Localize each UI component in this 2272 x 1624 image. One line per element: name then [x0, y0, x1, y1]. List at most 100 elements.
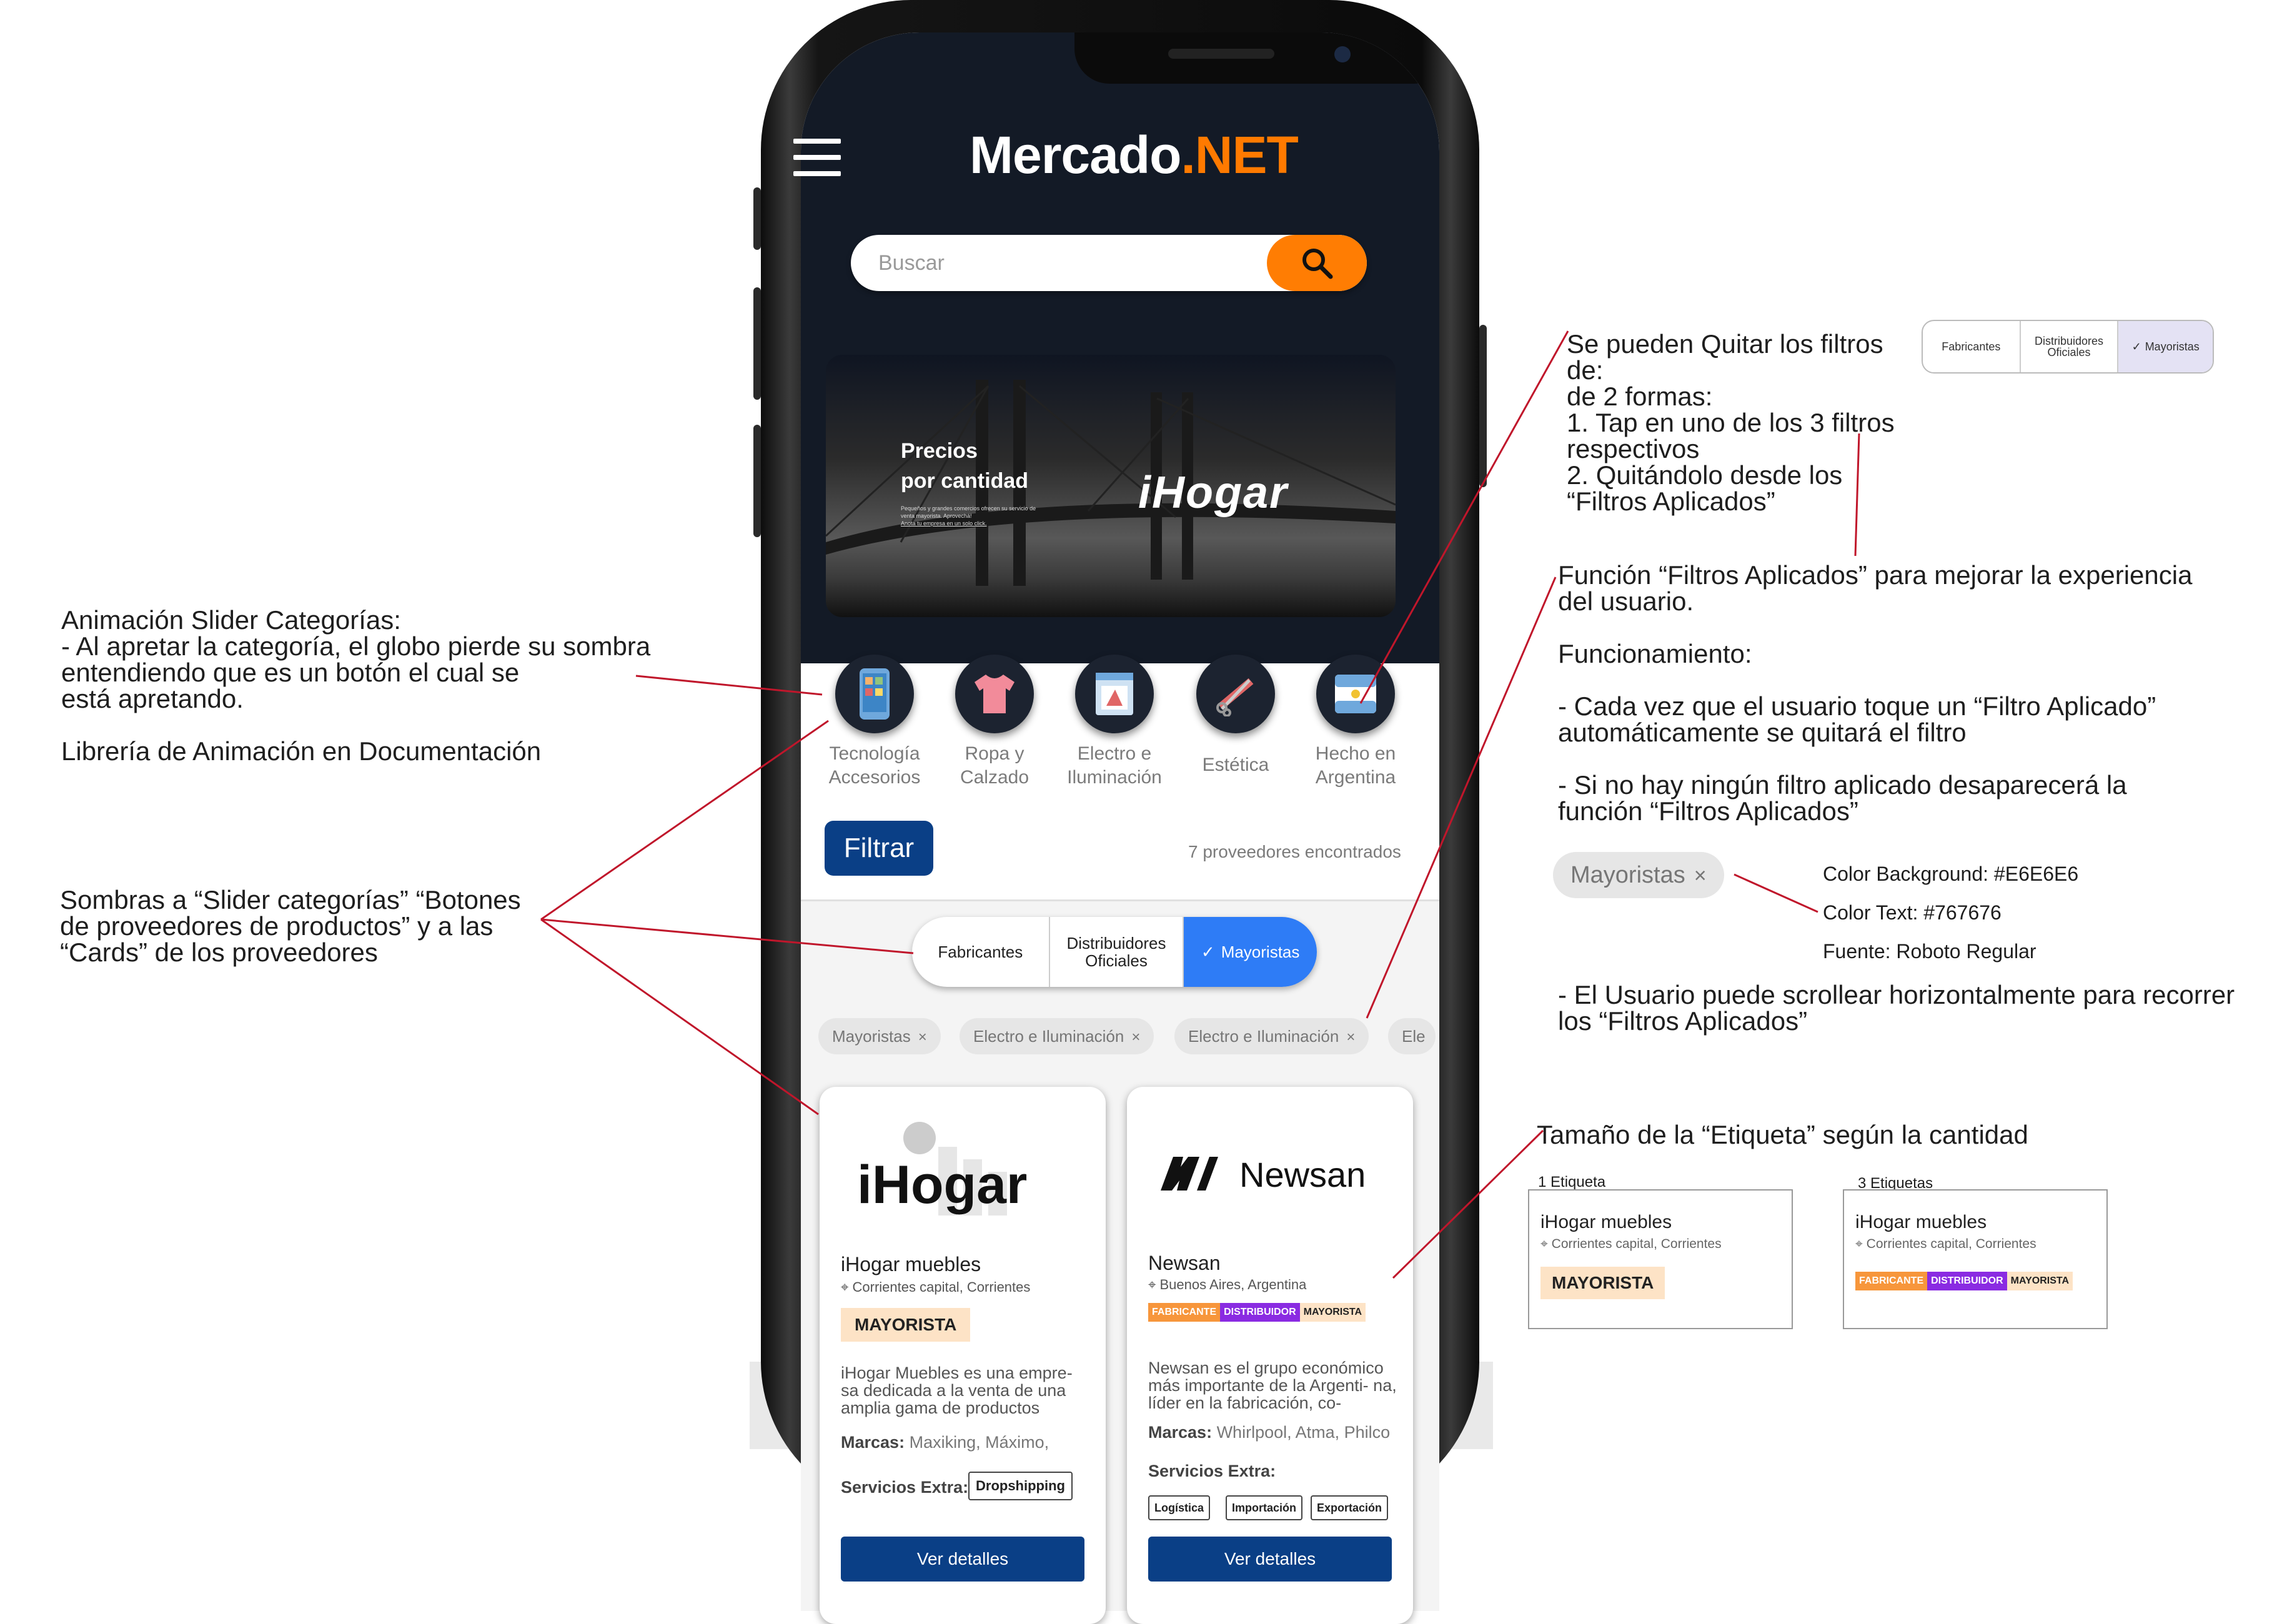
close-icon[interactable]: ×: [918, 1029, 927, 1046]
argentina-flag-icon: [1316, 655, 1395, 733]
legend-seg-mayoristas-label: Mayoristas: [2145, 340, 2200, 353]
annotation-color-background: Color Background: #E6E6E6: [1823, 863, 2079, 885]
legend-segmented-control: Fabricantes Distribuidores Oficiales ✓ Ma…: [1922, 320, 2214, 374]
brands-label: Marcas:: [841, 1433, 905, 1452]
banner-title-line1: Precios: [901, 439, 978, 463]
location-pin-icon: ⌖: [841, 1279, 853, 1295]
search-button[interactable]: [1267, 235, 1367, 291]
service-tag: Exportación: [1311, 1495, 1389, 1520]
service-tag: Dropshipping: [968, 1472, 1073, 1500]
example-name: iHogar muebles: [1855, 1212, 1987, 1232]
notch: [1074, 32, 1439, 84]
example-tag-mayorista: MAYORISTA: [1540, 1267, 1665, 1299]
example-location: ⌖ Corrientes capital, Corrientes: [1855, 1237, 2036, 1252]
banner-title: Precios por cantidad: [901, 436, 1028, 496]
tshirt-icon: [955, 655, 1034, 733]
service-tag: Importación: [1226, 1495, 1303, 1520]
category-hecho-en-argentina[interactable]: Hecho en Argentina: [1299, 655, 1412, 790]
example-name: iHogar muebles: [1540, 1212, 1672, 1232]
speaker: [1168, 49, 1274, 59]
category-estetica[interactable]: Estética: [1179, 655, 1292, 777]
check-icon: ✓: [2131, 340, 2141, 353]
annotation-tag-size: Tamaño de la “Etiqueta” según la cantida…: [1537, 1120, 2028, 1149]
supplier-name: iHogar muebles: [841, 1253, 981, 1275]
search-bar[interactable]: Buscar: [851, 235, 1367, 291]
legend-seg-fabricantes: Fabricantes: [1923, 321, 2021, 372]
svg-text:Newsan: Newsan: [1239, 1155, 1366, 1194]
banner-subtitle: Pequeños y grandes comercios ofrecen su …: [901, 505, 1051, 527]
applied-filter-chip-partial[interactable]: Ele: [1388, 1018, 1436, 1054]
legend-seg-mayoristas: ✓ Mayoristas: [2118, 321, 2213, 372]
annotation-shadows: Sombras a “Slider categorías” “Botones d…: [60, 885, 521, 967]
tag-mayorista: MAYORISTA: [1299, 1303, 1366, 1322]
logo-text: Mercado: [970, 126, 1181, 184]
extra-services-label: Servicios Extra:: [1148, 1462, 1276, 1480]
banner-link[interactable]: Anota tu empresa en un solo click.: [901, 520, 1051, 527]
example-tag-mayorista: MAYORISTA: [2007, 1272, 2073, 1290]
segment-mayoristas-label: Mayoristas: [1221, 943, 1300, 961]
appliance-icon: [1075, 655, 1154, 733]
segment-mayoristas[interactable]: ✓ Mayoristas: [1184, 917, 1317, 987]
view-details-button[interactable]: Ver detalles: [1148, 1537, 1392, 1582]
location-pin-icon: ⌖: [1540, 1237, 1552, 1251]
segment-fabricantes[interactable]: Fabricantes: [912, 917, 1050, 987]
example-card-one-tag: iHogar muebles ⌖ Corrientes capital, Cor…: [1528, 1189, 1793, 1329]
banner-small-text: Pequeños y grandes comercios ofrecen su …: [901, 505, 1036, 519]
search-icon: [1302, 249, 1333, 279]
category-electro[interactable]: Electro e Iluminación: [1058, 655, 1171, 790]
category-label: Tecnología Accesorios: [828, 743, 921, 788]
example-location-text: Corrientes capital, Corrientes: [1866, 1237, 2036, 1251]
phone-power-button: [1479, 325, 1487, 487]
banner-brand-logo: iHogar: [1138, 467, 1288, 518]
supplier-name: Newsan: [1148, 1252, 1221, 1274]
view-details-button[interactable]: Ver detalles: [841, 1537, 1084, 1582]
comb-scissors-icon: [1196, 655, 1275, 733]
search-input[interactable]: Buscar: [878, 251, 945, 275]
annotation-color-text: Color Text: #767676: [1823, 901, 2002, 924]
svg-text:iHogar: iHogar: [857, 1155, 1027, 1215]
category-label: Estética: [1202, 755, 1269, 775]
legend-seg-distribuidores: Distribuidores Oficiales: [2021, 321, 2119, 372]
category-tecnologia[interactable]: Tecnología Accesorios: [818, 655, 931, 790]
annotation-font: Fuente: Roboto Regular: [1823, 940, 2036, 963]
supplier-type-segmented-control[interactable]: Fabricantes Distribuidores Oficiales ✓ M…: [912, 917, 1317, 987]
location-pin-icon: ⌖: [1148, 1277, 1160, 1292]
location-pin-icon: ⌖: [1855, 1237, 1867, 1251]
brands-value: Whirlpool, Atma, Philco: [1216, 1423, 1391, 1442]
supplier-card-ihogar[interactable]: iHogar iHogar muebles ⌖ Corrientes capit…: [820, 1087, 1106, 1624]
applied-filter-chip[interactable]: Electro e Iluminación ×: [960, 1018, 1154, 1054]
chip-label: Electro e Iluminación: [1188, 1027, 1339, 1046]
menu-icon[interactable]: [793, 139, 841, 177]
brands-value: Maxiking, Máximo,: [909, 1433, 1049, 1452]
example-location: ⌖ Corrientes capital, Corrientes: [1540, 1237, 1722, 1252]
phone-volume-up: [753, 287, 761, 400]
promo-banner[interactable]: Precios por cantidad Pequeños y grandes …: [826, 355, 1396, 617]
extra-services-label: Servicios Extra:: [841, 1478, 969, 1497]
tag-distribuidor: DISTRIBUIDOR: [1220, 1303, 1300, 1322]
app-logo[interactable]: Mercado.NET: [970, 125, 1299, 186]
segment-distribuidores[interactable]: Distribuidores Oficiales: [1050, 917, 1184, 987]
category-label: Electro e Iluminación: [1067, 743, 1162, 788]
supplier-card-newsan[interactable]: Newsan Newsan ⌖ Buenos Aires, Argentina …: [1127, 1087, 1413, 1624]
chip-label: Electro e Iluminación: [973, 1027, 1124, 1046]
applied-filter-chip[interactable]: Electro e Iluminación ×: [1174, 1018, 1369, 1054]
applied-filter-chip[interactable]: Mayoristas ×: [818, 1018, 941, 1054]
ihogar-logo: iHogar: [857, 1122, 1027, 1216]
example-chip: Mayoristas ×: [1553, 852, 1724, 898]
banner-brand-text: iHogar: [1138, 468, 1289, 518]
supplier-location: ⌖ Buenos Aires, Argentina: [1148, 1277, 1306, 1293]
results-count: 7 proveedores encontrados: [1188, 842, 1401, 861]
tag-fabricante: FABRICANTE: [1148, 1303, 1221, 1322]
close-icon[interactable]: ×: [1346, 1029, 1355, 1046]
category-ropa[interactable]: Ropa y Calzado: [938, 655, 1051, 790]
example-location-text: Corrientes capital, Corrientes: [1551, 1237, 1722, 1251]
example-tags: FABRICANTE DISTRIBUIDOR MAYORISTA: [1855, 1272, 2073, 1290]
category-label: Hecho en Argentina: [1315, 743, 1396, 788]
annotation-horizontal-scroll: - El Usuario puede scrollear horizontalm…: [1558, 980, 2235, 1036]
close-icon[interactable]: ×: [1131, 1029, 1140, 1046]
filter-button[interactable]: Filtrar: [825, 821, 933, 876]
location-text: Buenos Aires, Argentina: [1159, 1277, 1307, 1292]
phone-volume-down: [753, 425, 761, 537]
annotation-applied-filters: Función “Filtros Aplicados” para mejorar…: [1558, 560, 2193, 826]
example-tag-fabricante: FABRICANTE: [1855, 1272, 1928, 1290]
